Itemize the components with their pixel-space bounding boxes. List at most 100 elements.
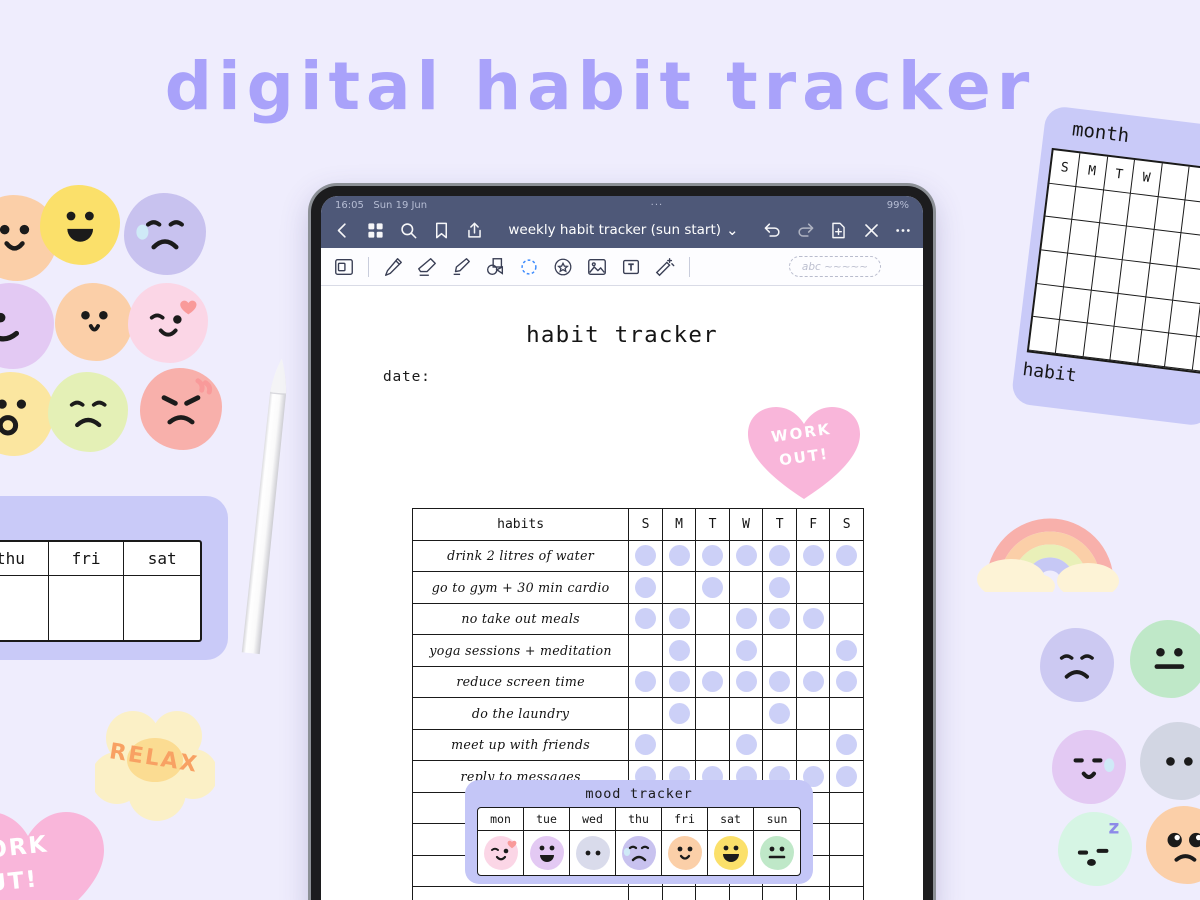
habit-check-empty[interactable] [628, 634, 663, 667]
month-day-header-cell[interactable]: S [1049, 150, 1081, 187]
habit-check-empty[interactable] [795, 697, 831, 730]
text-chip-placeholder[interactable]: abc ~~~~~ [789, 256, 881, 277]
habit-check-filled[interactable] [762, 697, 797, 730]
table-row[interactable]: meet up with friends [411, 728, 864, 761]
chevron-down-icon[interactable]: ⌄ [726, 223, 739, 238]
habit-name-cell[interactable]: go to gym + 30 min cardio [411, 571, 630, 604]
redo-icon[interactable] [796, 221, 815, 240]
habit-check-empty[interactable] [661, 886, 697, 900]
grid-icon[interactable] [366, 221, 385, 240]
habit-check-filled[interactable] [728, 665, 764, 698]
habit-check-filled[interactable] [762, 665, 797, 698]
month-day-cell[interactable] [1110, 327, 1142, 364]
habit-check-empty[interactable] [829, 571, 864, 604]
habit-check-empty[interactable] [695, 634, 730, 667]
left-card-day-header[interactable]: sat [124, 542, 200, 576]
month-habit-card[interactable]: month SMTW habit [1010, 104, 1200, 428]
highlighter-tool[interactable] [446, 252, 476, 282]
pen-tool[interactable] [378, 252, 408, 282]
habit-check-filled[interactable] [628, 665, 663, 698]
mood-face-slot[interactable] [478, 831, 523, 875]
month-day-cell[interactable] [1072, 186, 1104, 224]
table-row[interactable]: do the laundry [411, 697, 864, 730]
habit-check-empty[interactable] [829, 854, 864, 887]
habit-name-cell[interactable] [411, 886, 630, 900]
habit-check-filled[interactable] [762, 571, 797, 604]
habit-check-filled[interactable] [762, 602, 797, 635]
habit-check-empty[interactable] [695, 728, 730, 761]
month-day-cell[interactable] [1087, 290, 1119, 328]
habit-check-filled[interactable] [661, 634, 697, 667]
mood-face-slot[interactable] [524, 831, 569, 875]
chevron-left-icon[interactable] [333, 221, 352, 240]
month-day-cell[interactable] [1033, 283, 1065, 321]
undo-icon[interactable] [763, 221, 782, 240]
habit-check-empty[interactable] [829, 886, 864, 900]
month-day-cell[interactable] [1165, 333, 1197, 371]
mood-cell-sat[interactable]: sat [708, 808, 754, 875]
mood-tracker-card-1[interactable]: mood tracker mon tue wed thu fri sat sun [465, 780, 813, 884]
work-out-heart-sticker-paper[interactable]: WORK OUT! [745, 402, 863, 502]
month-day-cell[interactable] [1122, 226, 1155, 264]
weekly-tracker-card-left[interactable]: cker thufrisat [0, 496, 228, 660]
month-day-cell[interactable] [1095, 223, 1128, 261]
habit-check-empty[interactable] [695, 602, 730, 635]
table-row[interactable]: no take out meals [411, 602, 864, 635]
habit-check-filled[interactable] [661, 539, 697, 572]
habit-check-filled[interactable] [829, 665, 864, 698]
month-day-cell[interactable] [1064, 253, 1096, 291]
habit-check-filled[interactable] [661, 697, 697, 730]
month-card-grid[interactable]: SMTW [1026, 147, 1200, 377]
habit-check-empty[interactable] [829, 823, 864, 856]
mood-cell-thu[interactable]: thu [616, 808, 662, 875]
habit-check-filled[interactable] [628, 539, 663, 572]
bookmark-icon[interactable] [432, 221, 451, 240]
habit-name-cell[interactable]: do the laundry [411, 697, 630, 730]
habit-check-empty[interactable] [628, 697, 663, 730]
month-day-header-cell[interactable]: T [1103, 156, 1136, 194]
month-day-cell[interactable] [1068, 220, 1100, 257]
month-day-cell[interactable] [1169, 300, 1200, 338]
search-icon[interactable] [399, 221, 418, 240]
mood-cell-mon[interactable]: mon [478, 808, 524, 875]
habit-check-empty[interactable] [762, 634, 797, 667]
month-day-cell[interactable] [1154, 196, 1186, 234]
left-card-day-header[interactable]: fri [48, 542, 125, 576]
habit-check-filled[interactable] [829, 728, 864, 761]
month-day-cell[interactable] [1114, 293, 1147, 331]
habit-check-filled[interactable] [829, 634, 864, 667]
month-day-cell[interactable] [1127, 193, 1159, 231]
more-icon[interactable] [895, 221, 911, 240]
mood-tracker-1-grid[interactable]: mon tue wed thu fri sat sun [477, 807, 801, 876]
month-day-cell[interactable] [1028, 317, 1061, 354]
left-card-day-cell[interactable] [49, 576, 125, 640]
month-day-cell[interactable] [1141, 297, 1174, 334]
month-day-cell[interactable] [1173, 267, 1200, 304]
month-day-header-cell[interactable]: M [1076, 153, 1109, 191]
habit-check-filled[interactable] [728, 539, 764, 572]
left-card-grid[interactable]: thu fri sat [0, 540, 202, 642]
habit-check-empty[interactable] [795, 728, 831, 761]
habit-check-filled[interactable] [728, 634, 764, 667]
table-row[interactable]: yoga sessions + meditation [411, 634, 864, 667]
habit-check-empty[interactable] [628, 886, 663, 900]
left-card-day-header[interactable]: thu [0, 542, 49, 576]
habit-check-empty[interactable] [661, 728, 697, 761]
add-page-icon[interactable] [829, 221, 848, 240]
habit-check-filled[interactable] [829, 760, 864, 793]
month-day-cell[interactable] [1091, 256, 1123, 294]
month-day-cell[interactable] [1045, 183, 1077, 221]
close-icon[interactable] [862, 221, 881, 240]
table-row[interactable]: go to gym + 30 min cardio [411, 571, 864, 604]
mood-face-slot[interactable] [570, 831, 615, 875]
month-day-cell[interactable] [1037, 250, 1069, 288]
text-tool[interactable] [616, 252, 646, 282]
mood-cell-fri[interactable]: fri [662, 808, 708, 875]
habit-check-empty[interactable] [829, 697, 864, 730]
habit-check-empty[interactable] [695, 697, 730, 730]
habit-name-cell[interactable]: reduce screen time [411, 665, 630, 698]
habit-check-empty[interactable] [795, 571, 831, 604]
habit-check-empty[interactable] [728, 697, 764, 730]
habit-name-cell[interactable]: no take out meals [411, 602, 630, 635]
habit-check-filled[interactable] [628, 571, 663, 604]
